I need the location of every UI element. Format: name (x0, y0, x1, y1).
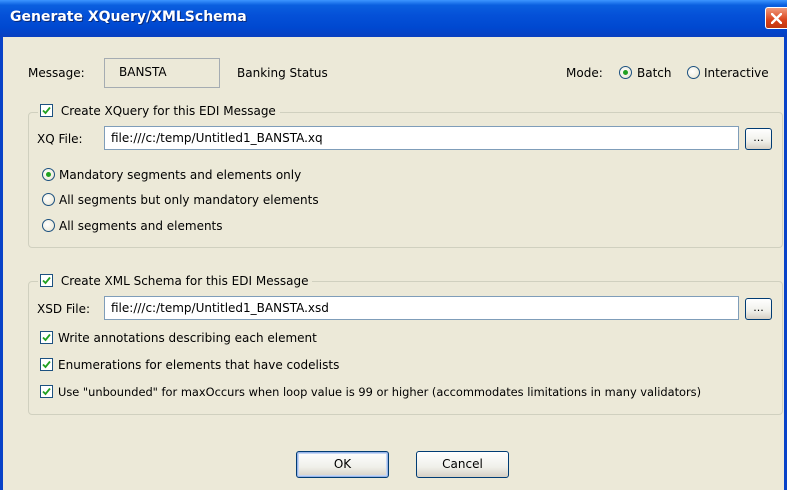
message-description: Banking Status (237, 66, 328, 80)
xsd-file-input[interactable]: file:///c:/temp/Untitled1_BANSTA.xsd (104, 296, 739, 320)
title-bar[interactable]: Generate XQuery/XMLSchema (0, 0, 787, 37)
xq-file-label: XQ File: (37, 132, 83, 146)
close-button[interactable] (765, 7, 787, 29)
dialog-window: Generate XQuery/XMLSchema Message: BANST… (0, 0, 787, 490)
xq-option-all-segments-radio[interactable] (42, 193, 55, 206)
mode-batch-radio[interactable] (619, 66, 632, 79)
xq-option-all-elements-label[interactable]: All segments and elements (59, 219, 223, 233)
xquery-group-legend: Create XQuery for this EDI Message (38, 104, 280, 120)
mode-interactive-radio[interactable] (687, 66, 700, 79)
create-xmlschema-label[interactable]: Create XML Schema for this EDI Message (61, 274, 309, 288)
window-frame-left (0, 37, 3, 490)
write-annotations-label[interactable]: Write annotations describing each elemen… (58, 331, 317, 345)
enumerations-label[interactable]: Enumerations for elements that have code… (58, 358, 339, 372)
cancel-button[interactable]: Cancel (416, 451, 509, 478)
xmlschema-group-legend: Create XML Schema for this EDI Message (38, 274, 313, 290)
xq-option-mandatory-radio[interactable] (42, 168, 55, 181)
write-annotations-checkbox[interactable] (40, 331, 53, 344)
xq-browse-button[interactable]: ... (745, 128, 772, 150)
create-xquery-checkbox[interactable] (40, 104, 53, 117)
enumerations-checkbox[interactable] (40, 358, 53, 371)
create-xquery-label[interactable]: Create XQuery for this EDI Message (61, 104, 276, 118)
unbounded-checkbox[interactable] (40, 385, 53, 398)
close-icon (771, 13, 782, 24)
checkmark-icon (42, 276, 51, 285)
xq-file-input[interactable]: file:///c:/temp/Untitled1_BANSTA.xq (104, 126, 739, 150)
mode-label: Mode: (566, 66, 603, 80)
unbounded-label[interactable]: Use "unbounded" for maxOccurs when loop … (58, 385, 701, 399)
mode-batch-label[interactable]: Batch (637, 66, 672, 80)
checkmark-icon (42, 106, 51, 115)
checkmark-icon (42, 387, 51, 396)
message-code-field: BANSTA (104, 58, 220, 88)
ok-button[interactable]: OK (296, 451, 389, 478)
xq-option-all-segments-label[interactable]: All segments but only mandatory elements (59, 193, 319, 207)
checkmark-icon (42, 333, 51, 342)
xsd-file-label: XSD File: (37, 302, 91, 316)
create-xmlschema-checkbox[interactable] (40, 274, 53, 287)
xq-option-mandatory-label[interactable]: Mandatory segments and elements only (59, 168, 301, 182)
mode-interactive-label[interactable]: Interactive (704, 66, 769, 80)
checkmark-icon (42, 360, 51, 369)
xq-option-all-elements-radio[interactable] (42, 219, 55, 232)
message-code: BANSTA (119, 65, 167, 79)
message-label: Message: (28, 66, 85, 80)
window-title: Generate XQuery/XMLSchema (10, 9, 247, 25)
xsd-browse-button[interactable]: ... (745, 298, 772, 320)
